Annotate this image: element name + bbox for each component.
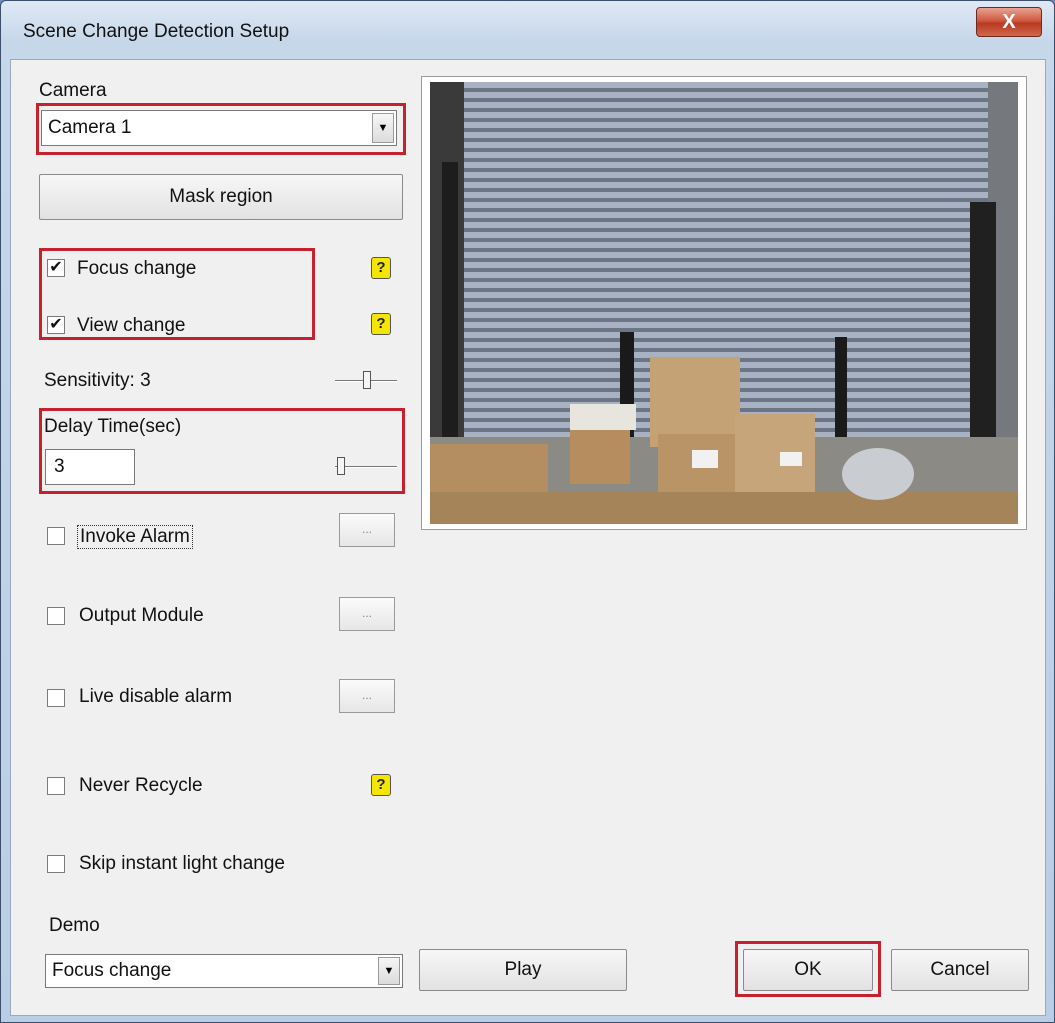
camera-select[interactable]: Camera 1 ▼ <box>41 110 397 146</box>
sensitivity-slider-thumb[interactable] <box>363 371 371 389</box>
output-module-label: Output Module <box>79 605 204 626</box>
help-icon[interactable]: ? <box>371 257 391 279</box>
live-disable-alarm-checkbox[interactable] <box>47 689 65 707</box>
invoke-alarm-checkbox[interactable] <box>47 527 65 545</box>
title-bar[interactable]: Scene Change Detection Setup X <box>1 1 1054 59</box>
delay-time-label: Delay Time(sec) <box>44 416 182 437</box>
focus-change-checkbox[interactable]: ✔ <box>47 259 65 277</box>
close-button[interactable]: X <box>976 7 1042 37</box>
output-module-settings-button[interactable]: ... <box>339 597 395 631</box>
camera-label: Camera <box>39 80 107 101</box>
check-mark-icon: ✔ <box>49 259 63 276</box>
view-change-label: View change <box>77 315 186 336</box>
skip-light-change-checkbox[interactable] <box>47 855 65 873</box>
invoke-alarm-label: Invoke Alarm <box>77 525 193 549</box>
live-disable-alarm-settings-button[interactable]: ... <box>339 679 395 713</box>
play-button[interactable]: Play <box>419 949 627 991</box>
window-title: Scene Change Detection Setup <box>23 21 290 42</box>
check-mark-icon: ✔ <box>49 316 63 333</box>
help-icon[interactable]: ? <box>371 313 391 335</box>
warehouse-scene-image <box>430 82 1018 524</box>
help-icon[interactable]: ? <box>371 774 391 796</box>
cancel-button[interactable]: Cancel <box>891 949 1029 991</box>
chevron-down-icon[interactable]: ▼ <box>378 957 400 985</box>
demo-label: Demo <box>49 915 100 936</box>
delay-slider-thumb[interactable] <box>337 457 345 475</box>
view-change-checkbox[interactable]: ✔ <box>47 316 65 334</box>
mask-region-button[interactable]: Mask region <box>39 174 403 220</box>
demo-select-value: Focus change <box>52 960 172 981</box>
invoke-alarm-settings-button[interactable]: ... <box>339 513 395 547</box>
never-recycle-checkbox[interactable] <box>47 777 65 795</box>
ok-button[interactable]: OK <box>743 949 873 991</box>
output-module-checkbox[interactable] <box>47 607 65 625</box>
dialog-client-area: Camera Camera 1 ▼ Mask region ✔ Focus ch… <box>10 59 1046 1016</box>
chevron-down-icon[interactable]: ▼ <box>372 113 394 143</box>
skip-light-change-label: Skip instant light change <box>79 853 285 874</box>
dialog-window: Scene Change Detection Setup X Camera Ca… <box>0 0 1055 1023</box>
camera-preview-frame <box>421 76 1027 530</box>
live-disable-alarm-label: Live disable alarm <box>79 686 233 707</box>
sensitivity-label: Sensitivity: 3 <box>44 370 151 391</box>
focus-change-label: Focus change <box>77 258 197 279</box>
never-recycle-label: Never Recycle <box>79 775 203 796</box>
demo-select[interactable]: Focus change ▼ <box>45 954 403 988</box>
delay-time-value: 3 <box>54 456 65 477</box>
camera-select-value: Camera 1 <box>48 117 132 138</box>
delay-time-input[interactable]: 3 <box>45 449 135 485</box>
camera-preview-image <box>430 82 1018 524</box>
